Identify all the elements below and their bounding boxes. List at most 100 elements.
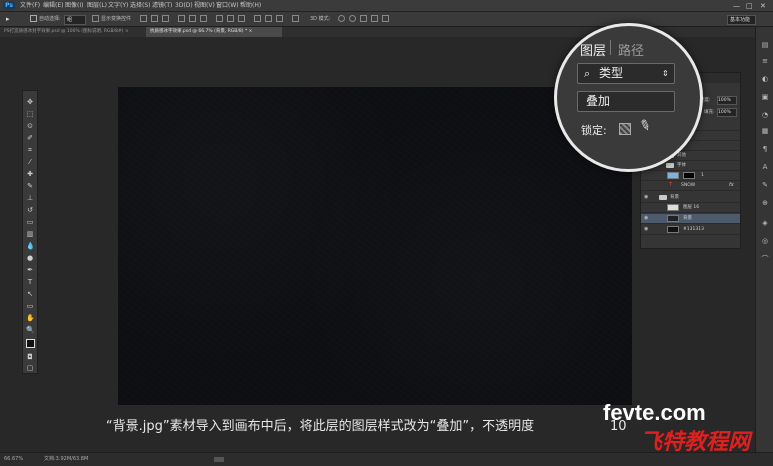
fx-icon[interactable]: fx [729, 181, 734, 190]
stamp-tool-icon[interactable]: ⊥ [26, 194, 34, 202]
lasso-tool-icon[interactable]: ଡ [26, 122, 34, 130]
history-brush-tool-icon[interactable]: ↺ [26, 206, 34, 214]
paths-icon[interactable]: ⌒ [761, 255, 769, 263]
layer-row-mask[interactable]: 1 [641, 171, 740, 181]
tab-document-2[interactable]: 抗质感冰字效果.psd @ 66.7% (背景, RGB/8) * × [146, 27, 282, 37]
styles-icon[interactable]: ▣ [761, 93, 769, 101]
foreground-color-swatch[interactable] [26, 339, 35, 348]
align-center-icon[interactable] [189, 15, 196, 22]
history-icon[interactable]: ▤ [761, 41, 769, 49]
menu-file[interactable]: 文件(F) [20, 0, 40, 11]
blend-mode-dropdown[interactable]: 叠加 [577, 91, 675, 112]
crop-tool-icon[interactable]: ⌗ [26, 146, 34, 154]
blur-tool-icon[interactable]: 💧 [26, 242, 35, 250]
tab-paths[interactable]: 路径 [618, 40, 644, 59]
show-transform-checkbox[interactable] [92, 15, 99, 22]
menu-help[interactable]: 帮助(H) [240, 0, 261, 11]
menu-image[interactable]: 图像(I) [65, 0, 83, 11]
zoom-level[interactable]: 66.67% [4, 453, 23, 466]
status-scrollbar-thumb[interactable] [214, 457, 224, 462]
eraser-tool-icon[interactable]: ▭ [26, 218, 34, 226]
auto-select-checkbox[interactable] [30, 15, 37, 22]
menu-edit[interactable]: 编辑(E) [43, 0, 63, 11]
screen-mode-icon[interactable]: ▢ [26, 364, 34, 372]
paragraph-icon[interactable]: ¶ [761, 145, 769, 153]
zoom-tool-icon[interactable]: 🔍 [26, 326, 35, 334]
align-middle-icon[interactable] [151, 15, 158, 22]
layer-filter-dropdown[interactable]: ⌕ 类型 ⇕ [577, 63, 675, 84]
align-left-icon[interactable] [178, 15, 185, 22]
opacity-field[interactable]: 100% [717, 96, 737, 105]
layer-row-group[interactable]: ◉ 背景 [641, 193, 740, 203]
eye-icon[interactable]: ◉ [644, 226, 650, 232]
align-top-icon[interactable] [140, 15, 147, 22]
path-select-tool-icon[interactable]: ↖ [26, 290, 34, 298]
healing-tool-icon[interactable]: ✚ [26, 170, 34, 178]
move-tool-icon[interactable]: ✥ [26, 98, 34, 106]
align-right-icon[interactable] [200, 15, 207, 22]
menu-view[interactable]: 视图(V) [194, 0, 215, 11]
distribute-left-icon[interactable] [254, 15, 261, 22]
document-size[interactable]: 文档:3.92M/63.8M [44, 453, 88, 466]
distribute-center-icon[interactable] [265, 15, 272, 22]
layer-thumbnail [667, 204, 679, 211]
distribute-right-icon[interactable] [276, 15, 283, 22]
adjustments-icon[interactable]: ◐ [761, 75, 769, 83]
layer-row[interactable]: ◉ #131313 [641, 225, 740, 235]
properties-icon[interactable]: ≡ [761, 57, 769, 65]
quick-mask-icon[interactable]: ◘ [26, 353, 34, 361]
shape-tool-icon[interactable]: ▭ [26, 302, 34, 310]
move-tool-icon[interactable]: ▸ [6, 12, 10, 26]
tab-layers[interactable]: 图层 [580, 40, 606, 59]
distribute-bottom-icon[interactable] [238, 15, 245, 22]
tab-document-1[interactable]: PS打造质感冰封字效果.psd @ 100% (图标说明, RGB/8#) × [0, 27, 144, 37]
menu-select[interactable]: 选择(S) [130, 0, 151, 11]
auto-align-icon[interactable] [292, 15, 299, 22]
character-icon[interactable]: A [761, 163, 769, 171]
type-tool-icon[interactable]: T [26, 278, 34, 286]
menu-3d[interactable]: 3D(D) [175, 0, 193, 11]
channels-icon[interactable]: ◎ [761, 237, 769, 245]
layer-row-selected[interactable]: ◉ 背景 [641, 214, 740, 224]
distribute-top-icon[interactable] [216, 15, 223, 22]
eye-icon[interactable]: ◉ [644, 215, 650, 221]
pen-tool-icon[interactable]: ✒ [26, 266, 34, 274]
document-canvas[interactable] [118, 87, 632, 405]
drag-3d-icon[interactable] [360, 15, 367, 22]
layer-row[interactable]: 图层 16 [641, 203, 740, 213]
brush-tool-icon[interactable]: ✎ [26, 182, 34, 190]
eye-icon[interactable]: ◉ [644, 194, 650, 200]
minimize-icon[interactable]: — [733, 1, 740, 12]
workspace-dropdown[interactable]: 基本功能 [727, 15, 756, 25]
quick-select-tool-icon[interactable]: ✐ [26, 134, 34, 142]
roll-3d-icon[interactable] [349, 15, 356, 22]
lock-paint-brush-icon[interactable]: ✎ [637, 116, 653, 135]
auto-select-dropdown[interactable]: 组 [64, 15, 86, 25]
color-icon[interactable]: ◔ [761, 111, 769, 119]
clone-source-icon[interactable]: ⊕ [761, 199, 769, 207]
swatches-icon[interactable]: ▦ [761, 127, 769, 135]
maximize-icon[interactable]: □ [746, 1, 753, 12]
dodge-tool-icon[interactable]: ● [26, 254, 34, 262]
align-bottom-icon[interactable] [162, 15, 169, 22]
layer-row-text[interactable]: T SNOW fx [641, 181, 740, 191]
marquee-tool-icon[interactable]: ⬚ [26, 110, 34, 118]
mask-thumbnail [683, 172, 695, 179]
brush-icon[interactable]: ✎ [761, 181, 769, 189]
rotate-3d-icon[interactable] [338, 15, 345, 22]
menu-type[interactable]: 文字(Y) [108, 0, 128, 11]
eyedropper-tool-icon[interactable]: ⁄ [26, 158, 34, 166]
slide-3d-icon[interactable] [371, 15, 378, 22]
hand-tool-icon[interactable]: ✋ [26, 314, 35, 322]
scale-3d-icon[interactable] [382, 15, 389, 22]
distribute-middle-icon[interactable] [227, 15, 234, 22]
menu-window[interactable]: 窗口(W) [216, 0, 239, 11]
magnifier-callout: 图层 路径 ⌕ 类型 ⇕ 叠加 锁定: ✎ [554, 23, 703, 172]
menu-filter[interactable]: 滤镜(T) [152, 0, 172, 11]
fill-field[interactable]: 100% [717, 108, 737, 117]
gradient-tool-icon[interactable]: ▥ [26, 230, 34, 238]
lock-transparent-icon[interactable] [619, 123, 631, 135]
layers-icon[interactable]: ◈ [761, 219, 769, 227]
menu-layer[interactable]: 图层(L) [87, 0, 107, 11]
close-icon[interactable]: ✕ [760, 1, 766, 12]
